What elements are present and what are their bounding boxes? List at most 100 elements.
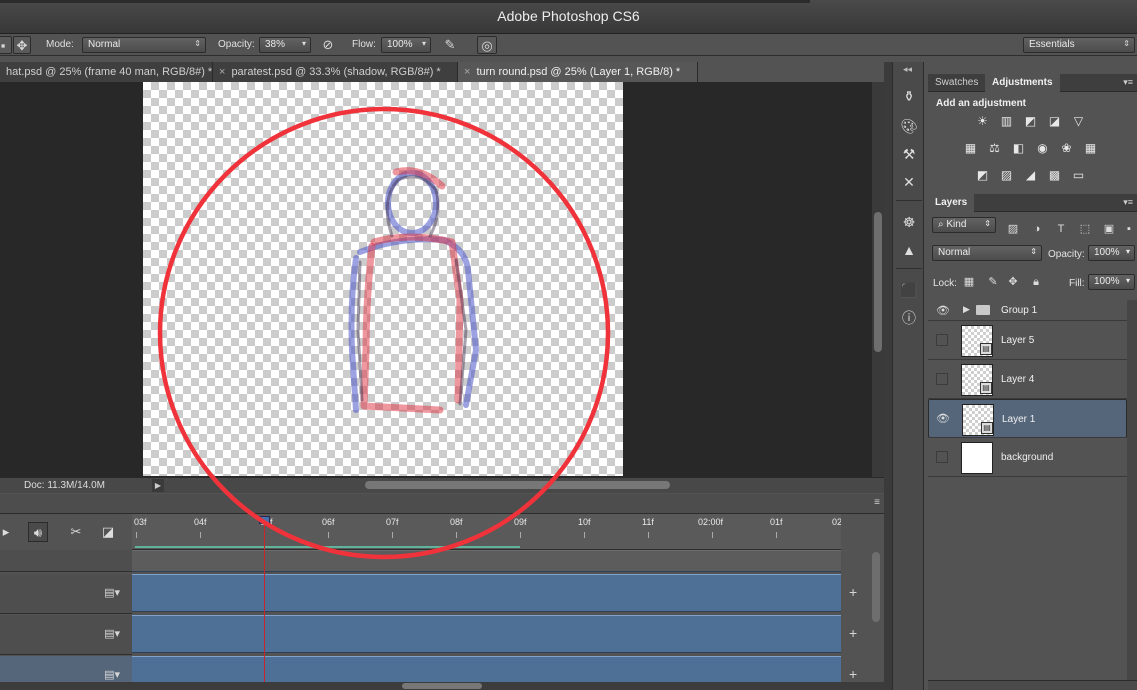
panel-menu-icon[interactable]: ≡ (874, 497, 880, 508)
layer-opacity-field[interactable]: 100% ▾ (1088, 245, 1135, 261)
tab-turn-round[interactable]: × turn round.psd @ 25% (Layer 1, RGB/8) * (458, 62, 698, 82)
brush-panel-icon[interactable]: ✥ (13, 36, 31, 54)
close-icon[interactable]: × (219, 66, 225, 78)
palette-icon[interactable]: 🎨︎ (899, 116, 919, 136)
layer-row[interactable]: ▤ Layer 5 (928, 321, 1127, 360)
opacity-field[interactable]: 38% ▾ (259, 37, 311, 53)
status-menu-arrow-icon[interactable]: ▶ (152, 479, 164, 492)
curves-icon[interactable]: ◩ (1022, 114, 1039, 129)
3d-icon[interactable]: ⬛ (899, 280, 919, 300)
film-strip-icon[interactable]: ▤▾ (104, 668, 120, 681)
brightness-icon[interactable]: ☀ (974, 114, 991, 129)
visibility-toggle[interactable] (936, 373, 948, 385)
layer-row-selected[interactable]: 👁︎ ▤ Layer 1 (928, 399, 1127, 438)
layer-row[interactable]: background (928, 438, 1127, 477)
panel-menu-icon[interactable]: ▾≡ (1123, 77, 1133, 88)
threshold-icon[interactable]: ◢ (1022, 168, 1039, 183)
brush-presets-icon[interactable]: ⚱ (899, 86, 919, 106)
invert-icon[interactable]: ◩ (974, 168, 991, 183)
selective-color-icon[interactable]: ▩ (1046, 168, 1063, 183)
layers-scrollbar[interactable] (1127, 300, 1137, 680)
smart-object-filter-icon[interactable]: ▣ (1102, 222, 1116, 236)
transition-icon[interactable]: ◪ (98, 522, 118, 542)
collapse-arrows-icon[interactable]: ◂◂ (903, 64, 912, 75)
visibility-toggle[interactable] (936, 451, 948, 463)
add-media-icon[interactable]: + (849, 666, 857, 682)
fill-value: 100% (1094, 276, 1120, 287)
eye-icon[interactable]: 👁︎ (935, 412, 951, 426)
blend-mode-select[interactable]: Normal ⇕ (932, 245, 1042, 261)
tab-hat[interactable]: hat.psd @ 25% (frame 40 man, RGB/8#) * (0, 62, 213, 82)
fill-field[interactable]: 100% ▾ (1088, 274, 1135, 290)
tab-paratest[interactable]: × paratest.psd @ 33.3% (shadow, RGB/8#) * (213, 62, 458, 82)
hue-saturation-icon[interactable]: ▦ (962, 141, 979, 156)
lock-transparent-icon[interactable]: ▦ (962, 275, 976, 289)
play-icon[interactable]: ▸ (0, 522, 16, 542)
posterize-icon[interactable]: ▨ (998, 168, 1015, 183)
lock-pixels-icon[interactable]: ✎ (986, 275, 1000, 289)
playhead-handle[interactable] (259, 516, 270, 524)
tab-swatches[interactable]: Swatches (928, 74, 985, 92)
timeline-track[interactable] (132, 574, 841, 612)
tick-label: 07f (386, 517, 399, 527)
info-icon[interactable]: ⓘ (899, 308, 919, 328)
lock-all-icon[interactable]: 🔒︎ (1029, 275, 1043, 289)
dropdown-arrow-icon: ▾ (301, 39, 306, 48)
vibrance-icon[interactable]: ▽ (1070, 114, 1087, 129)
navigator-icon[interactable]: ☸ (899, 212, 919, 232)
adjustment-filter-icon[interactable]: ◑ (1030, 222, 1044, 236)
film-strip-icon[interactable]: ▤▾ (104, 586, 120, 599)
workspace-select[interactable]: Essentials ⇕ (1023, 37, 1135, 53)
canvas-horizontal-scrollbar[interactable] (365, 481, 670, 489)
pressure-size-icon[interactable]: ◎ (477, 36, 497, 54)
airbrush-icon[interactable]: ✎ (441, 36, 459, 54)
panel-icon-strip: ◂◂ ⚱ 🎨︎ ⚒ ✕ ☸ ▲ ⬛ ⓘ (892, 62, 924, 690)
panel-menu-icon[interactable]: ▾≡ (1123, 197, 1133, 208)
layer-row[interactable]: ▤ Layer 4 (928, 360, 1127, 399)
filter-toggle-icon[interactable]: ▪ (1124, 222, 1134, 236)
flow-field[interactable]: 100% ▾ (381, 37, 431, 53)
add-media-icon[interactable]: + (849, 584, 857, 600)
color-balance-icon[interactable]: ⚖ (986, 141, 1003, 156)
channel-mixer-icon[interactable]: ❀ (1058, 141, 1075, 156)
exposure-icon[interactable]: ◪ (1046, 114, 1063, 129)
tab-adjustments[interactable]: Adjustments (985, 74, 1060, 92)
canvas-vertical-scrollbar[interactable] (872, 82, 884, 477)
mode-select[interactable]: Normal ⇕ (82, 37, 206, 53)
eye-icon[interactable]: 👁︎ (936, 304, 950, 317)
add-media-icon[interactable]: + (849, 625, 857, 641)
film-strip-icon[interactable]: ▤▾ (104, 627, 120, 640)
pixel-filter-icon[interactable]: ▨ (1006, 222, 1020, 236)
clone-source-icon[interactable]: ✕ (899, 172, 919, 192)
expand-triangle-icon[interactable]: ▶ (963, 304, 970, 315)
timeline-ruler[interactable]: 03f 04f 05f 06f 07f 08f 09f 10f 11f 02:0… (132, 514, 842, 550)
timeline-scrollbar[interactable] (872, 552, 880, 622)
histogram-icon[interactable]: ▲ (899, 240, 919, 260)
timeline-track[interactable] (132, 615, 841, 653)
layer-group-row[interactable]: 👁︎ ▶ Group 1 (928, 300, 1127, 321)
tick-mark (200, 532, 201, 538)
canvas[interactable] (143, 82, 623, 476)
type-filter-icon[interactable]: T (1054, 222, 1068, 236)
tab-layers[interactable]: Layers (928, 194, 975, 212)
pressure-opacity-icon[interactable]: ⊘ (319, 36, 337, 54)
split-scissors-icon[interactable]: ✂ (66, 522, 86, 542)
dock-divider[interactable] (884, 62, 892, 690)
black-white-icon[interactable]: ◧ (1010, 141, 1027, 156)
lock-position-icon[interactable]: ✥ (1006, 275, 1020, 289)
brush-preset-icon[interactable]: ▪ (0, 36, 12, 54)
gradient-map-icon[interactable]: ▭ (1070, 168, 1087, 183)
work-area-bar[interactable] (135, 546, 520, 548)
tool-presets-icon[interactable]: ⚒ (899, 144, 919, 164)
color-lookup-icon[interactable]: ▦ (1082, 141, 1099, 156)
photo-filter-icon[interactable]: ◉ (1034, 141, 1051, 156)
layer-filter-select[interactable]: ⌕ Kind ⇕ (932, 217, 996, 233)
scroll-thumb[interactable] (874, 212, 882, 352)
visibility-toggle[interactable] (936, 334, 948, 346)
levels-icon[interactable]: ▥ (998, 114, 1015, 129)
audio-icon[interactable]: 🔊︎ (28, 522, 48, 542)
zoom-slider[interactable] (402, 683, 482, 689)
timeline-track-group[interactable] (132, 550, 841, 572)
shape-filter-icon[interactable]: ⬚ (1078, 222, 1092, 236)
close-icon[interactable]: × (464, 66, 470, 78)
